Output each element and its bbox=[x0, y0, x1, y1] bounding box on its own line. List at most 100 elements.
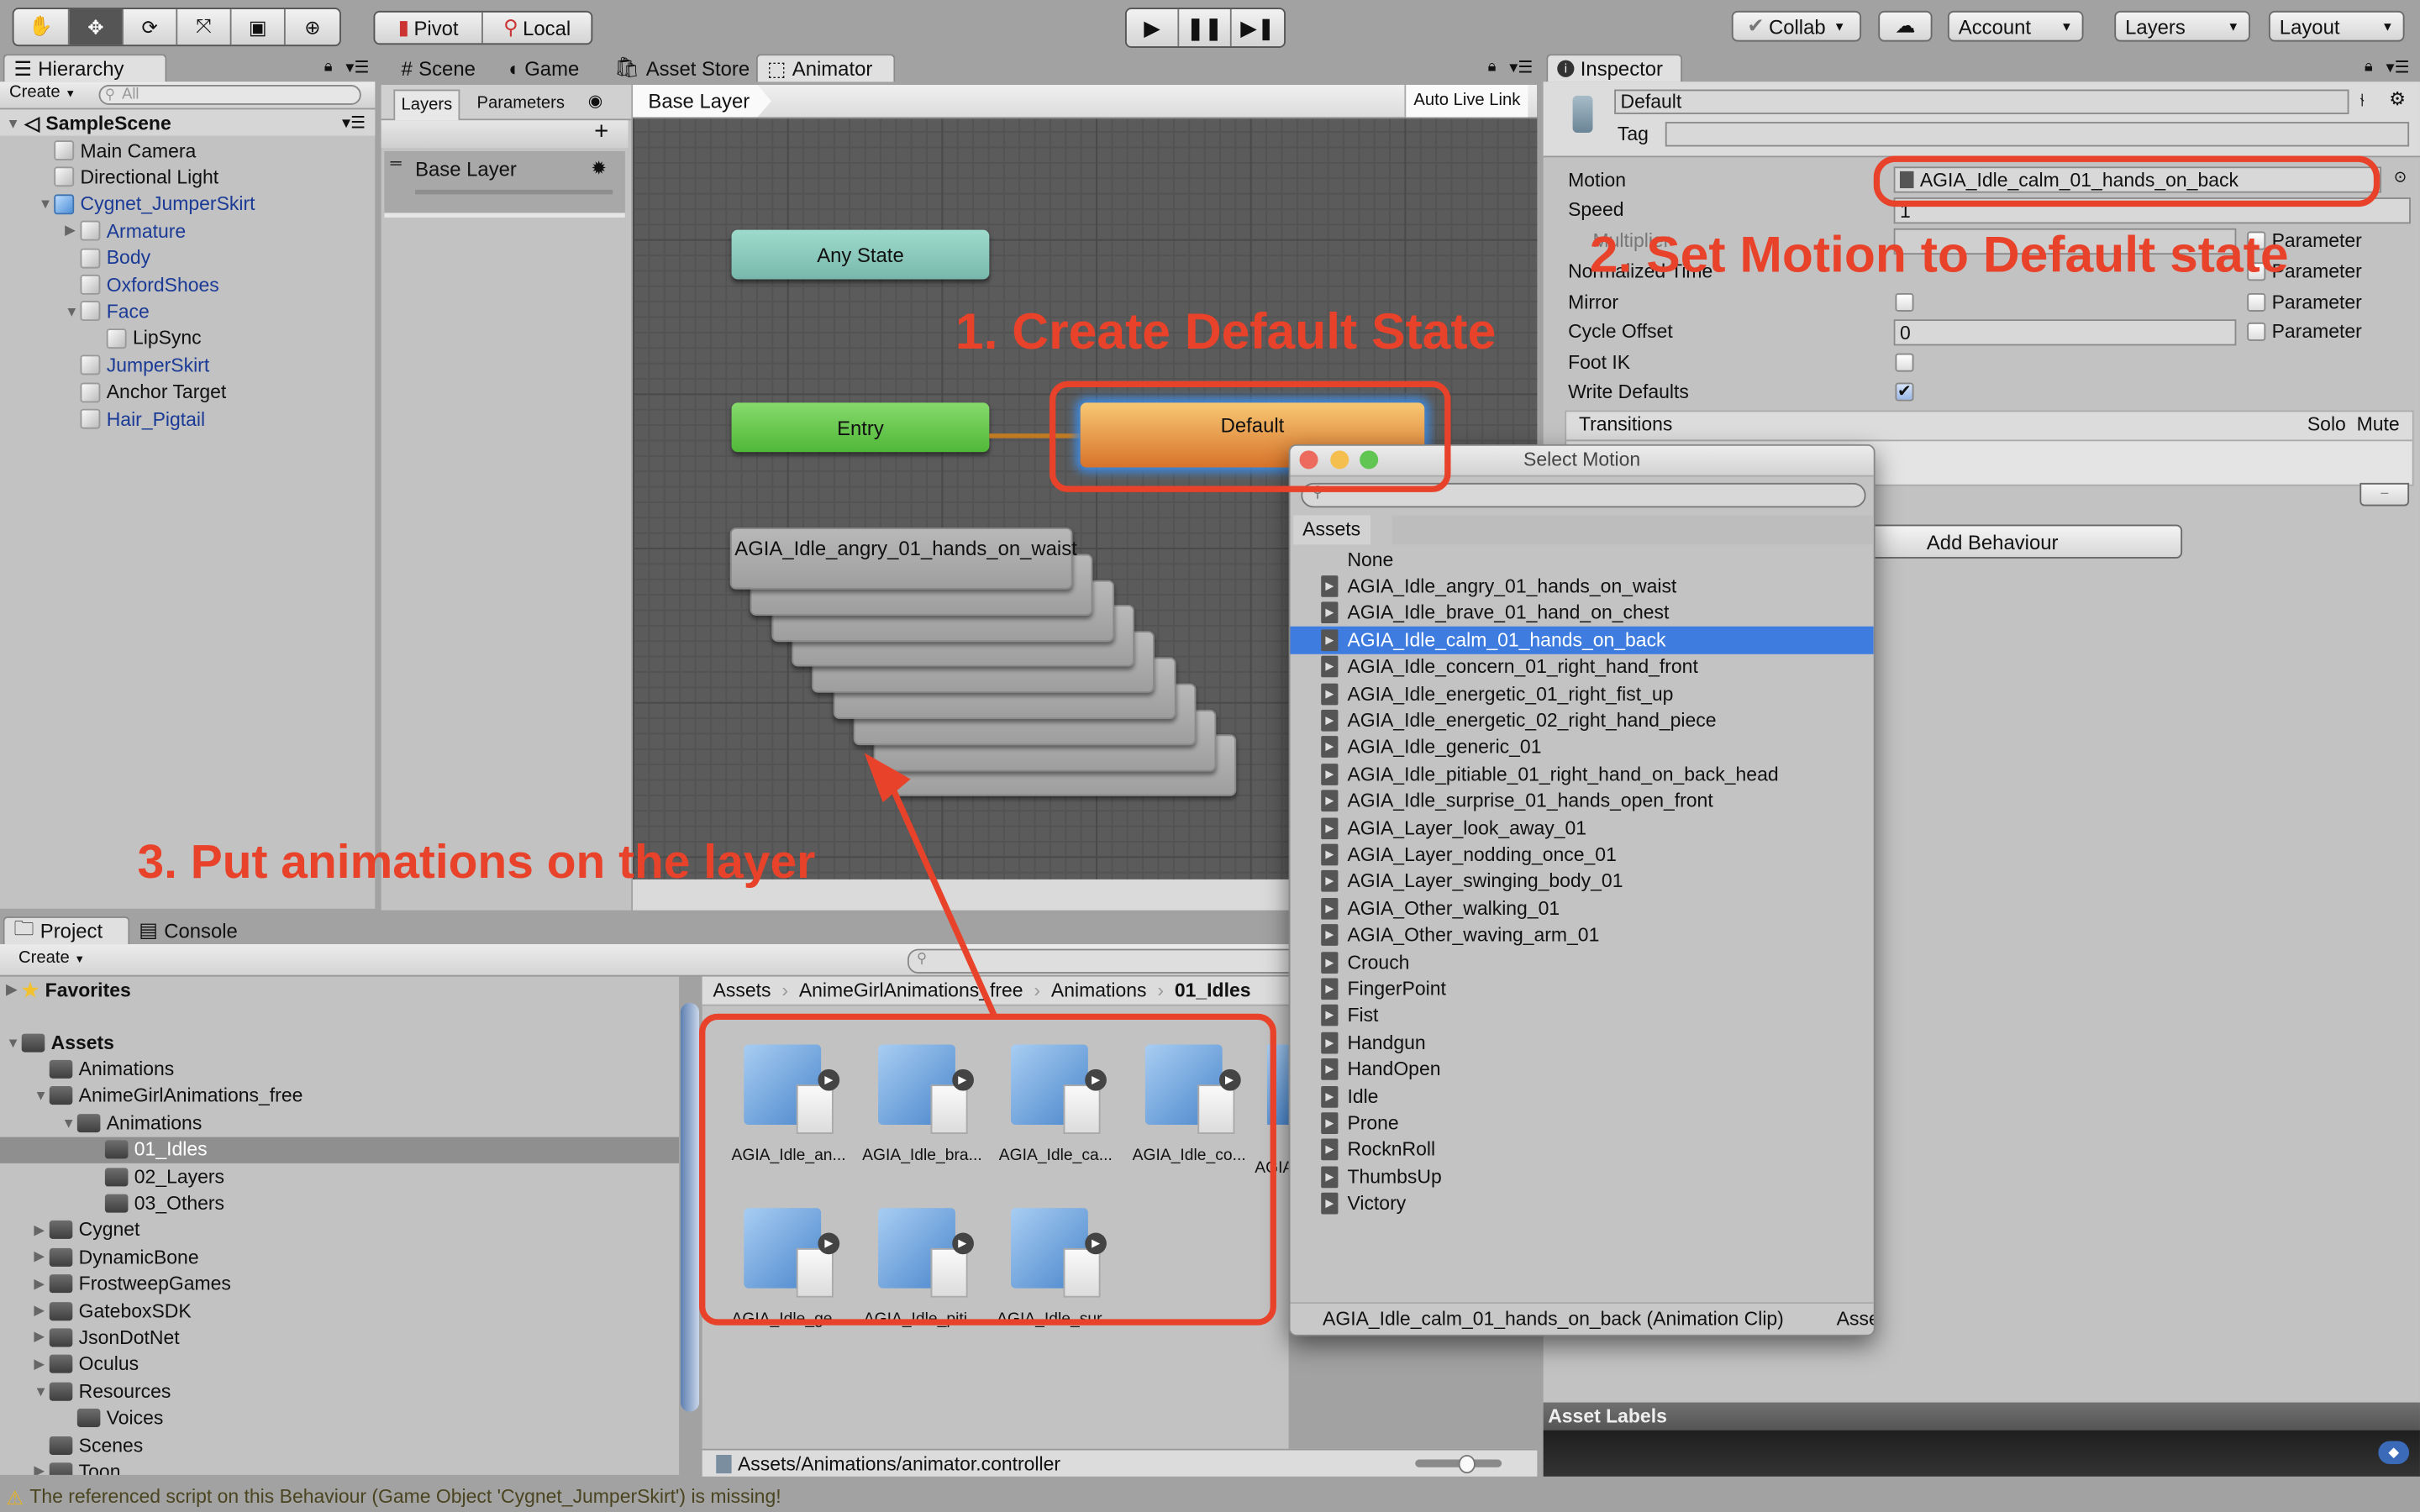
remove-transition-button[interactable]: − bbox=[2360, 482, 2410, 507]
motion-list-item[interactable]: None bbox=[1290, 546, 1873, 573]
hierarchy-create-button[interactable]: Create ▼ bbox=[9, 83, 76, 102]
tree-scrollbar[interactable] bbox=[680, 1002, 700, 1412]
motion-list-item[interactable]: ▶ Fist bbox=[1290, 1002, 1873, 1029]
gear-icon[interactable]: ⚙ bbox=[2389, 88, 2406, 110]
project-folder-item[interactable]: ▼ Assets bbox=[0, 1029, 679, 1055]
motion-list-item[interactable]: ▶ HandOpen bbox=[1290, 1056, 1873, 1083]
entry-node[interactable]: Entry bbox=[731, 402, 990, 453]
expand-arrow-icon[interactable]: ▼ bbox=[61, 1115, 76, 1130]
motion-list-item[interactable]: ▶ AGIA_Idle_brave_01_hand_on_chest bbox=[1290, 600, 1873, 627]
expand-arrow-icon[interactable]: ▶ bbox=[34, 1463, 49, 1475]
preset-icon[interactable]: ⫮ bbox=[2360, 90, 2365, 113]
hierarchy-item[interactable]: Anchor Target bbox=[65, 379, 226, 405]
tag-label-icon[interactable]: ◆ bbox=[2378, 1441, 2410, 1465]
eye-icon[interactable]: ◉ bbox=[588, 91, 603, 111]
lock-icon[interactable]: 🔒︎ bbox=[2365, 59, 2373, 76]
drag-handle-icon[interactable]: ═ bbox=[391, 156, 402, 173]
project-folder-item[interactable]: ▶ Oculus bbox=[0, 1352, 679, 1378]
scale-tool-button[interactable]: ⤧ bbox=[177, 9, 232, 45]
state-name-input[interactable]: Default bbox=[1614, 89, 2349, 114]
breadcrumb-item[interactable]: 01_Idles bbox=[1175, 979, 1251, 1001]
project-folder-item[interactable]: 03_Others bbox=[0, 1190, 679, 1216]
layout-dropdown[interactable]: Layout ▼ bbox=[2268, 10, 2405, 42]
tab-asset-store[interactable]: 🛍︎ Asset Store bbox=[605, 54, 759, 81]
tab-hierarchy[interactable]: ☰ Hierarchy bbox=[3, 54, 167, 82]
motion-list-item[interactable]: ▶ Idle bbox=[1290, 1083, 1873, 1110]
hierarchy-item[interactable]: ▼ Face bbox=[65, 298, 150, 324]
parameters-tab[interactable]: Parameters bbox=[471, 90, 571, 119]
motion-list-item[interactable]: ▶ AGIA_Idle_energetic_01_right_fist_up bbox=[1290, 680, 1873, 707]
project-folder-item[interactable]: ▼ Resources bbox=[0, 1378, 679, 1404]
expand-arrow-icon[interactable]: ▼ bbox=[34, 1383, 49, 1399]
project-create-button[interactable]: Create ▼ bbox=[18, 949, 85, 968]
any-state-node[interactable]: Any State bbox=[731, 229, 990, 280]
pivot-button[interactable]: ▮ Pivot bbox=[375, 12, 483, 44]
write-defaults-checkbox[interactable]: ✔ bbox=[1895, 382, 1914, 402]
motion-list-item[interactable]: ▶ RocknRoll bbox=[1290, 1137, 1873, 1163]
favorites-row[interactable]: ▶ ★ Favorites bbox=[0, 977, 130, 1003]
breadcrumb-item[interactable]: AnimeGirlAnimations_free bbox=[799, 979, 1023, 1001]
pause-button[interactable]: ❚❚ bbox=[1179, 9, 1232, 47]
tab-inspector[interactable]: i Inspector bbox=[1546, 54, 1683, 82]
tab-scene[interactable]: # Scene bbox=[392, 54, 485, 81]
tab-project[interactable]: 🗀 Project bbox=[3, 916, 130, 945]
expand-arrow-icon[interactable]: ▶ bbox=[34, 1356, 49, 1373]
motion-list-item[interactable]: ▶ AGIA_Idle_energetic_02_right_hand_piece bbox=[1290, 707, 1873, 734]
transform-tool-button[interactable]: ⊕ bbox=[286, 9, 339, 45]
slider-thumb[interactable] bbox=[1458, 1455, 1476, 1474]
expand-arrow-icon[interactable]: ▶ bbox=[34, 1221, 49, 1238]
scene-menu-icon[interactable]: ▾☰ bbox=[342, 113, 366, 133]
project-folder-item[interactable]: 01_Idles bbox=[0, 1136, 680, 1163]
project-folder-item[interactable]: ▶ FrostweepGames bbox=[0, 1271, 679, 1297]
hierarchy-item[interactable]: Hair_Pigtail bbox=[65, 406, 205, 432]
cloud-button[interactable]: ☁ bbox=[1878, 10, 1933, 42]
project-folder-item[interactable]: ▶ JsonDotNet bbox=[0, 1325, 679, 1351]
motion-list-item[interactable]: ▶ AGIA_Idle_generic_01 bbox=[1290, 734, 1873, 761]
layers-dropdown[interactable]: Layers ▼ bbox=[2114, 10, 2250, 42]
motion-list-item[interactable]: ▶ AGIA_Idle_calm_01_hands_on_back bbox=[1290, 627, 1874, 654]
project-folder-item[interactable]: Scenes bbox=[0, 1431, 679, 1457]
motion-list-item[interactable]: ▶ Victory bbox=[1290, 1190, 1873, 1217]
mirror-parameter-checkbox[interactable] bbox=[2247, 292, 2266, 312]
hierarchy-item[interactable]: Main Camera bbox=[39, 137, 196, 163]
expand-arrow-icon[interactable]: ▶ bbox=[34, 1329, 49, 1346]
hierarchy-item[interactable]: ▶ Armature bbox=[65, 218, 186, 244]
object-picker-icon[interactable]: ⊙ bbox=[2394, 170, 2407, 186]
motion-list-item[interactable]: ▶ Handgun bbox=[1290, 1029, 1873, 1056]
account-dropdown[interactable]: Account ▼ bbox=[1947, 10, 2084, 42]
expand-arrow-icon[interactable]: ▼ bbox=[34, 1088, 49, 1103]
motion-list-item[interactable]: ▶ AGIA_Idle_surprise_01_hands_open_front bbox=[1290, 788, 1873, 815]
motion-list-item[interactable]: ▶ FingerPoint bbox=[1290, 975, 1873, 1002]
play-button[interactable]: ▶ bbox=[1127, 9, 1180, 47]
status-bar[interactable]: ⚠ The referenced script on this Behaviou… bbox=[0, 1481, 2420, 1512]
project-folder-item[interactable]: ▶ Toon bbox=[0, 1458, 679, 1475]
breadcrumb-item[interactable]: Assets bbox=[713, 979, 771, 1001]
panel-menu-icon[interactable]: ▾☰ bbox=[1509, 57, 1533, 77]
hierarchy-item[interactable]: Directional Light bbox=[39, 164, 218, 190]
rect-tool-button[interactable]: ▣ bbox=[232, 9, 286, 45]
expand-arrow-icon[interactable]: ▼ bbox=[6, 1035, 21, 1050]
foot-ik-checkbox[interactable] bbox=[1895, 353, 1914, 372]
animation-state-node[interactable]: AGIA_Idle_angry_01_hands_on_waist bbox=[729, 528, 1077, 590]
icon-size-slider[interactable] bbox=[1415, 1455, 1502, 1474]
project-folder-item[interactable]: ▶ Cygnet bbox=[0, 1217, 679, 1243]
hierarchy-item[interactable]: ▼ Cygnet_JumperSkirt bbox=[39, 191, 255, 217]
motion-list-item[interactable]: ▶ AGIA_Idle_angry_01_hands_on_waist bbox=[1290, 573, 1873, 600]
hierarchy-item[interactable]: LipSync bbox=[91, 325, 202, 351]
local-button[interactable]: ⚲ Local bbox=[483, 13, 592, 44]
tag-input[interactable] bbox=[1665, 122, 2410, 147]
expand-arrow-icon[interactable]: ▶ bbox=[34, 1248, 49, 1265]
project-folder-item[interactable]: ▶ DynamicBone bbox=[0, 1244, 679, 1270]
motion-list-item[interactable]: ▶ AGIA_Layer_swinging_body_01 bbox=[1290, 868, 1873, 895]
project-folder-item[interactable]: Voices bbox=[0, 1404, 679, 1431]
project-folder-item[interactable]: ▼ Animations bbox=[0, 1110, 679, 1136]
motion-list-item[interactable]: ▶ AGIA_Layer_nodding_once_01 bbox=[1290, 842, 1873, 869]
cycle-offset-parameter-checkbox[interactable] bbox=[2247, 322, 2266, 341]
motion-list-item[interactable]: ▶ AGIA_Layer_look_away_01 bbox=[1290, 815, 1873, 842]
lock-icon[interactable]: 🔒︎ bbox=[324, 59, 333, 76]
motion-list-item[interactable]: ▶ ThumbsUp bbox=[1290, 1163, 1873, 1190]
rotate-tool-button[interactable]: ⟳ bbox=[124, 9, 178, 45]
expand-arrow-icon[interactable]: ▶ bbox=[34, 1275, 49, 1292]
motion-list-item[interactable]: ▶ Crouch bbox=[1290, 948, 1873, 975]
hierarchy-item[interactable]: JumperSkirt bbox=[65, 352, 209, 378]
